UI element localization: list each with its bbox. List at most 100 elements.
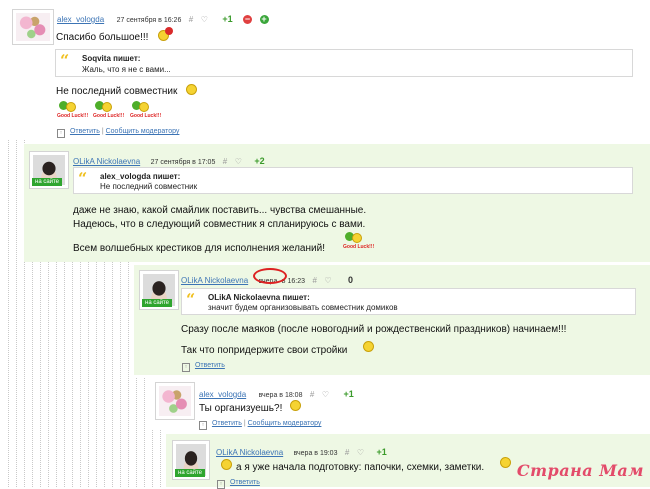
smiley-icon bbox=[290, 400, 301, 411]
online-badge: на сайте bbox=[175, 469, 206, 477]
comment-text: а я уже начала подготовку: папочки, схем… bbox=[236, 462, 485, 473]
report-link[interactable]: Сообщить модератору bbox=[248, 420, 322, 427]
smiley-icon bbox=[221, 459, 232, 470]
comment-text: Надеюсь, что в следующий совместник я сп… bbox=[73, 219, 366, 230]
online-badge: на сайте bbox=[32, 178, 63, 186]
thread-line bbox=[144, 378, 145, 487]
permalink[interactable]: # bbox=[310, 390, 314, 399]
thread-line bbox=[56, 260, 57, 487]
heart-icon[interactable]: ♡ bbox=[235, 157, 242, 166]
site-watermark: Страна Мам bbox=[516, 461, 644, 480]
smiley-icon bbox=[500, 457, 511, 468]
thread-line bbox=[120, 260, 121, 487]
vote-up-button[interactable]: + bbox=[259, 15, 269, 24]
smiley-icon bbox=[363, 341, 374, 352]
permalink[interactable]: # bbox=[189, 15, 193, 24]
comment-header: alex_vologda 27 сентября в 16:26 # ♡ +1 … bbox=[57, 9, 269, 27]
quote-icon: “ bbox=[186, 290, 196, 309]
comment-actions: ↑ Ответить | Сообщить модератору bbox=[57, 128, 179, 138]
comment-actions: ↑ Ответить | Сообщить модератору bbox=[199, 420, 321, 430]
thread-line bbox=[152, 430, 153, 487]
comment-score: +1 bbox=[222, 14, 233, 24]
comment-score: +1 bbox=[343, 389, 354, 399]
heart-icon[interactable]: ♡ bbox=[324, 276, 331, 285]
comment-text: Так что попридержите свои стройки bbox=[181, 345, 348, 356]
username-link[interactable]: OLikA Nickolaevna bbox=[181, 276, 248, 285]
thread-line bbox=[16, 140, 17, 487]
separator: | bbox=[243, 420, 246, 427]
thread-line bbox=[88, 260, 89, 487]
comment-text: Не последний совместник bbox=[56, 86, 178, 97]
smiley-icon bbox=[186, 84, 197, 95]
thread-line bbox=[72, 260, 73, 487]
reply-box-icon: ↑ bbox=[57, 129, 65, 138]
permalink[interactable]: # bbox=[223, 157, 227, 166]
thread-line bbox=[64, 260, 65, 487]
thread-line bbox=[104, 260, 105, 487]
reply-link[interactable]: Ответить bbox=[195, 362, 225, 369]
quote-icon: “ bbox=[78, 169, 88, 188]
avatar[interactable] bbox=[12, 9, 54, 45]
comment-text: Ты организуешь?! bbox=[199, 403, 283, 414]
heart-icon[interactable]: ♡ bbox=[357, 448, 364, 457]
thread-line bbox=[8, 140, 9, 487]
username-link[interactable]: OLikA Nickolaevna bbox=[73, 157, 140, 166]
comment-date: вчера в 19:03 bbox=[293, 450, 338, 457]
thread-line bbox=[136, 378, 137, 487]
avatar[interactable] bbox=[155, 382, 195, 420]
comment-date: 27 сентября в 17:05 bbox=[150, 159, 216, 166]
separator: | bbox=[101, 128, 104, 135]
comment-text: Сразу после маяков (после новогодний и р… bbox=[181, 324, 567, 335]
report-link[interactable]: Сообщить модератору bbox=[106, 128, 180, 135]
comment-date: 27 сентября в 16:26 bbox=[116, 17, 182, 24]
quote-text: Жаль, что я не с вами... bbox=[82, 65, 171, 74]
rose-smiley-icon bbox=[158, 27, 174, 41]
permalink[interactable]: # bbox=[345, 448, 349, 457]
quote-text: Не последний совместник bbox=[100, 182, 198, 191]
comment-text: даже не знаю, какой смайлик поставить...… bbox=[73, 205, 367, 216]
quote-block: “ Soqvita пишет: Жаль, что я не с вами..… bbox=[55, 49, 633, 77]
thread-line bbox=[80, 260, 81, 487]
quote-icon: “ bbox=[60, 51, 70, 70]
reply-box-icon: ↑ bbox=[199, 421, 207, 430]
thread-line bbox=[32, 260, 33, 487]
heart-icon[interactable]: ♡ bbox=[201, 15, 208, 24]
quote-author: alex_vologda пишет: bbox=[100, 172, 181, 181]
thread-line bbox=[160, 430, 161, 487]
quote-author: OLikA Nickolaevna пишет: bbox=[208, 293, 310, 302]
thread-line bbox=[128, 260, 129, 487]
reply-box-icon: ↑ bbox=[182, 363, 190, 372]
avatar[interactable]: на сайте bbox=[29, 151, 69, 189]
quote-author: Soqvita пишет: bbox=[82, 54, 141, 63]
quote-text: значит будем организовывать совместник д… bbox=[208, 303, 398, 312]
comment-score: +2 bbox=[254, 156, 265, 166]
comment-text: Спасибо большое!!! bbox=[56, 32, 149, 43]
reply-link[interactable]: Ответить bbox=[212, 420, 242, 427]
reply-link[interactable]: Ответить bbox=[70, 128, 100, 135]
username-link[interactable]: OLikA Nickolaevna bbox=[216, 448, 283, 457]
comment-actions: ↑ Ответить bbox=[217, 479, 260, 489]
reply-box-icon: ↑ bbox=[217, 480, 225, 489]
heart-icon[interactable]: ♡ bbox=[322, 390, 329, 399]
thread-line bbox=[112, 260, 113, 487]
vote-down-button[interactable]: − bbox=[243, 15, 253, 24]
comment-text: Всем волшебных крестиков для исполнения … bbox=[73, 243, 325, 254]
highlight-circle bbox=[253, 268, 287, 284]
comment-score: +1 bbox=[376, 447, 387, 457]
thread-line bbox=[40, 260, 41, 487]
reply-link[interactable]: Ответить bbox=[230, 479, 260, 486]
username-link[interactable]: alex_vologda bbox=[199, 390, 246, 399]
comment-header: alex_vologda вчера в 18:08 # ♡ +1 bbox=[199, 384, 354, 402]
username-link[interactable]: alex_vologda bbox=[57, 15, 104, 24]
comment-header: OLikA Nickolaevna вчера в 19:03 # ♡ +1 bbox=[216, 442, 387, 460]
permalink[interactable]: # bbox=[312, 276, 316, 285]
quote-block: “ alex_vologda пишет: Не последний совме… bbox=[73, 167, 633, 194]
comment-date: вчера в 18:08 bbox=[258, 392, 303, 399]
thread-line bbox=[96, 260, 97, 487]
thread-line bbox=[48, 260, 49, 487]
online-badge: на сайте bbox=[142, 299, 173, 307]
avatar[interactable]: на сайте bbox=[139, 270, 179, 310]
comment-score: 0 bbox=[347, 275, 353, 285]
quote-block: “ OLikA Nickolaevna пишет: значит будем … bbox=[181, 288, 636, 315]
avatar[interactable]: на сайте bbox=[172, 440, 210, 480]
